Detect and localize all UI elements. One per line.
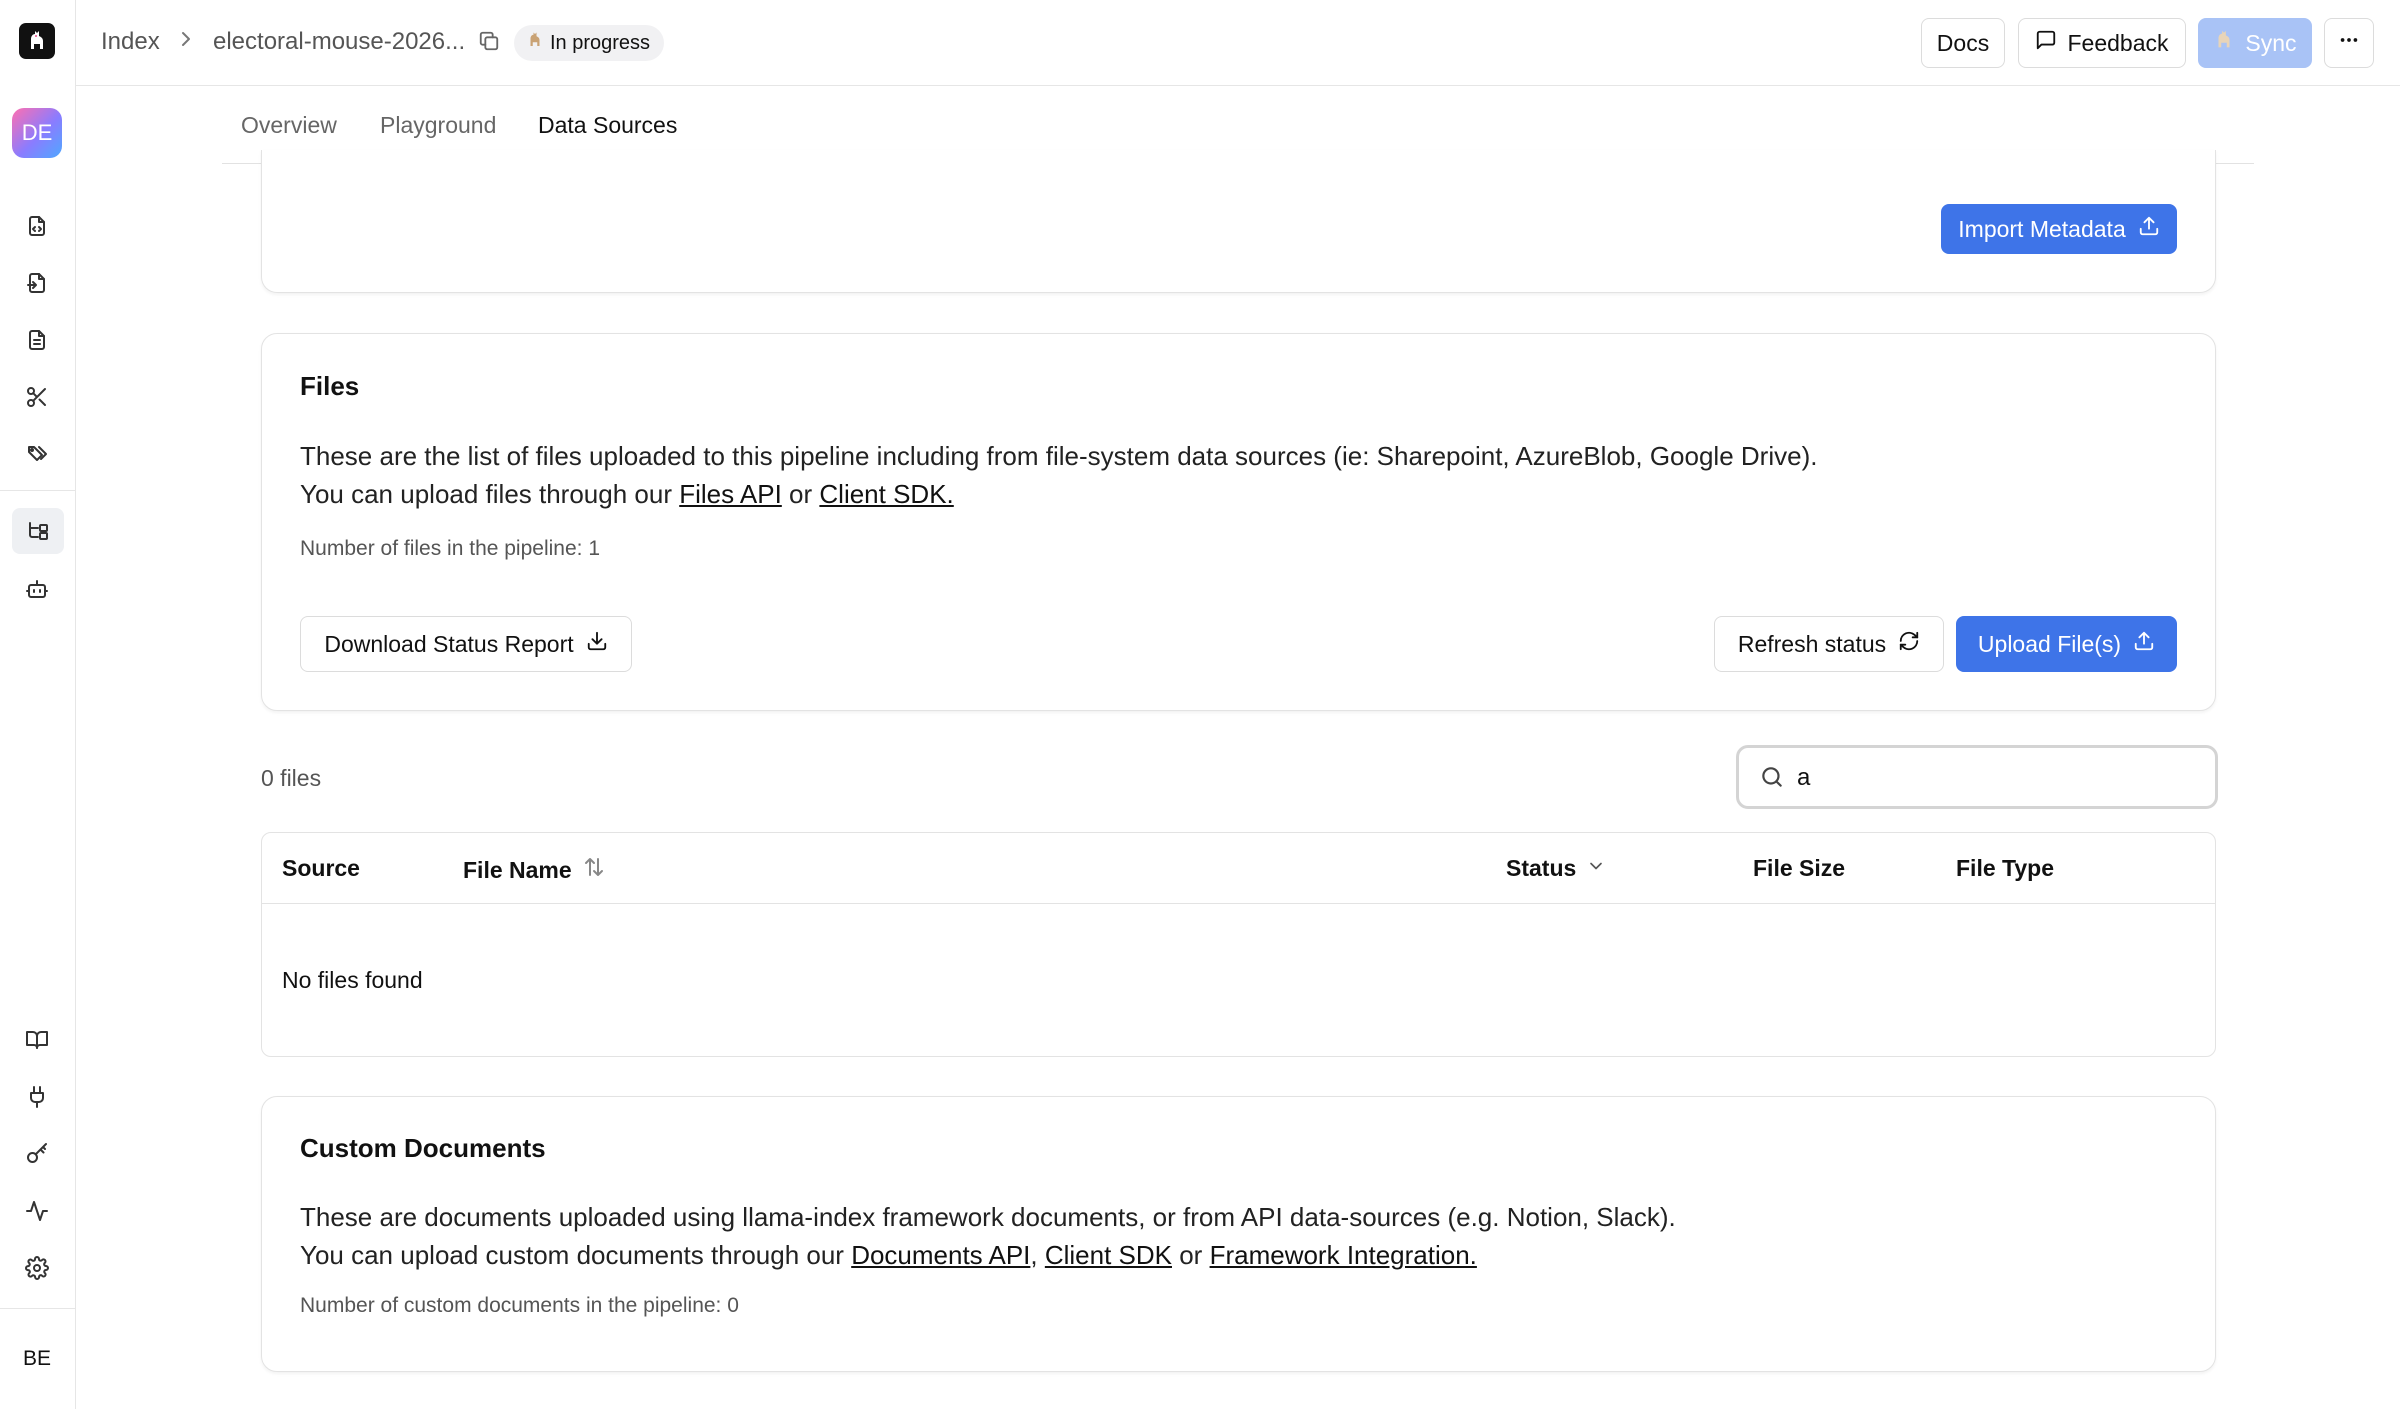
- sidebar: DE BE: [0, 0, 76, 1409]
- custom-docs-comma: ,: [1030, 1240, 1045, 1270]
- tab-data-sources[interactable]: Data Sources: [538, 112, 677, 139]
- import-metadata-label: Import Metadata: [1958, 215, 2126, 242]
- feedback-button[interactable]: Feedback: [2018, 18, 2186, 68]
- book-icon[interactable]: [22, 1025, 52, 1055]
- files-search-box[interactable]: [1736, 745, 2218, 809]
- key-icon[interactable]: [22, 1139, 52, 1169]
- files-count-text: Number of files in the pipeline: 1: [300, 537, 600, 560]
- tab-playground[interactable]: Playground: [380, 112, 496, 139]
- docs-button[interactable]: Docs: [1921, 18, 2005, 68]
- robot-icon[interactable]: [22, 574, 52, 604]
- tags-icon[interactable]: [22, 439, 52, 469]
- refresh-icon: [1898, 630, 1920, 658]
- status-badge-label: In progress: [550, 31, 651, 54]
- document-code-icon[interactable]: [22, 211, 52, 241]
- chevron-right-icon: [176, 27, 196, 58]
- files-api-link[interactable]: Files API: [679, 479, 782, 509]
- search-icon: [1759, 764, 1785, 795]
- client-sdk-link[interactable]: Client SDK: [1045, 1240, 1172, 1270]
- column-source: Source: [282, 855, 360, 881]
- download-status-report-button[interactable]: Download Status Report: [300, 616, 632, 672]
- files-list-count: 0 files: [261, 765, 322, 791]
- feedback-label: Feedback: [2067, 29, 2169, 56]
- sync-label: Sync: [2245, 29, 2297, 56]
- documents-api-link[interactable]: Documents API: [851, 1240, 1030, 1270]
- plug-icon[interactable]: [22, 1082, 52, 1112]
- breadcrumb-index[interactable]: Index: [101, 28, 160, 56]
- custom-docs-count-text: Number of custom documents in the pipeli…: [300, 1294, 739, 1317]
- files-description-line1: These are the list of files uploaded to …: [300, 441, 1818, 471]
- custom-docs-description-line2: You can upload custom documents through …: [300, 1236, 1477, 1274]
- files-table: Source File Name Status File Size File T…: [261, 832, 2216, 1057]
- column-file-size: File Size: [1753, 855, 1846, 881]
- top-bar: Index electoral-mouse-2026... In progres…: [76, 0, 2400, 86]
- download-label: Download Status Report: [324, 630, 574, 657]
- empty-state: No files found: [282, 967, 423, 993]
- document-import-icon[interactable]: [22, 268, 52, 298]
- docs-label: Docs: [1936, 29, 1990, 56]
- sort-icon[interactable]: [582, 855, 606, 885]
- upload-icon: [2138, 215, 2160, 243]
- refresh-status-button[interactable]: Refresh status: [1714, 616, 1944, 672]
- column-file-name[interactable]: File Name: [463, 855, 606, 885]
- custom-docs-description-line1: These are documents uploaded using llama…: [300, 1202, 1676, 1232]
- custom-docs-desc-prefix: You can upload custom documents through …: [300, 1240, 852, 1270]
- workspace-avatar[interactable]: DE: [12, 108, 62, 158]
- files-card: Files These are the list of files upload…: [261, 333, 2216, 711]
- files-desc-or: or: [781, 479, 820, 509]
- llama-logo-icon[interactable]: [19, 23, 55, 59]
- files-description-line2: You can upload files through our Files A…: [300, 475, 954, 513]
- activity-icon[interactable]: [22, 1196, 52, 1226]
- custom-documents-title: Custom Documents: [300, 1133, 546, 1163]
- tab-overview[interactable]: Overview: [241, 112, 337, 139]
- import-metadata-button[interactable]: Import Metadata: [1941, 204, 2177, 254]
- ellipsis-icon: [2338, 29, 2360, 57]
- pipeline-tree-icon[interactable]: [12, 508, 64, 554]
- user-avatar[interactable]: BE: [16, 1338, 58, 1380]
- custom-docs-or: or: [1172, 1240, 1210, 1270]
- table-header: Source File Name Status File Size File T…: [262, 833, 2215, 904]
- files-desc-prefix: You can upload files through our: [300, 479, 680, 509]
- llama-icon: [2213, 29, 2235, 57]
- upload-files-button[interactable]: Upload File(s): [1956, 616, 2177, 672]
- document-text-icon[interactable]: [22, 325, 52, 355]
- upload-icon: [2133, 630, 2155, 658]
- llama-icon: [526, 31, 544, 55]
- refresh-label: Refresh status: [1737, 630, 1887, 657]
- custom-documents-card: Custom Documents These are documents upl…: [261, 1096, 2216, 1372]
- message-icon: [2035, 29, 2057, 57]
- copy-icon[interactable]: [478, 30, 500, 59]
- download-icon: [586, 630, 608, 658]
- chevron-down-icon[interactable]: [1586, 855, 1606, 882]
- column-status[interactable]: Status: [1506, 855, 1606, 882]
- scissors-icon[interactable]: [22, 382, 52, 412]
- gear-icon[interactable]: [22, 1253, 52, 1283]
- metadata-card: Import Metadata: [261, 150, 2216, 293]
- status-badge: In progress: [514, 25, 665, 61]
- more-options-button[interactable]: [2324, 18, 2374, 68]
- sync-button[interactable]: Sync: [2198, 18, 2312, 68]
- framework-integration-link[interactable]: Framework Integration.: [1210, 1240, 1477, 1270]
- breadcrumb-current: electoral-mouse-2026...: [213, 28, 466, 55]
- files-title: Files: [300, 371, 360, 401]
- upload-files-label: Upload File(s): [1977, 630, 2122, 657]
- client-sdk-link[interactable]: Client SDK.: [819, 479, 953, 509]
- search-input[interactable]: [1797, 760, 2197, 796]
- column-file-type: File Type: [1956, 855, 2054, 881]
